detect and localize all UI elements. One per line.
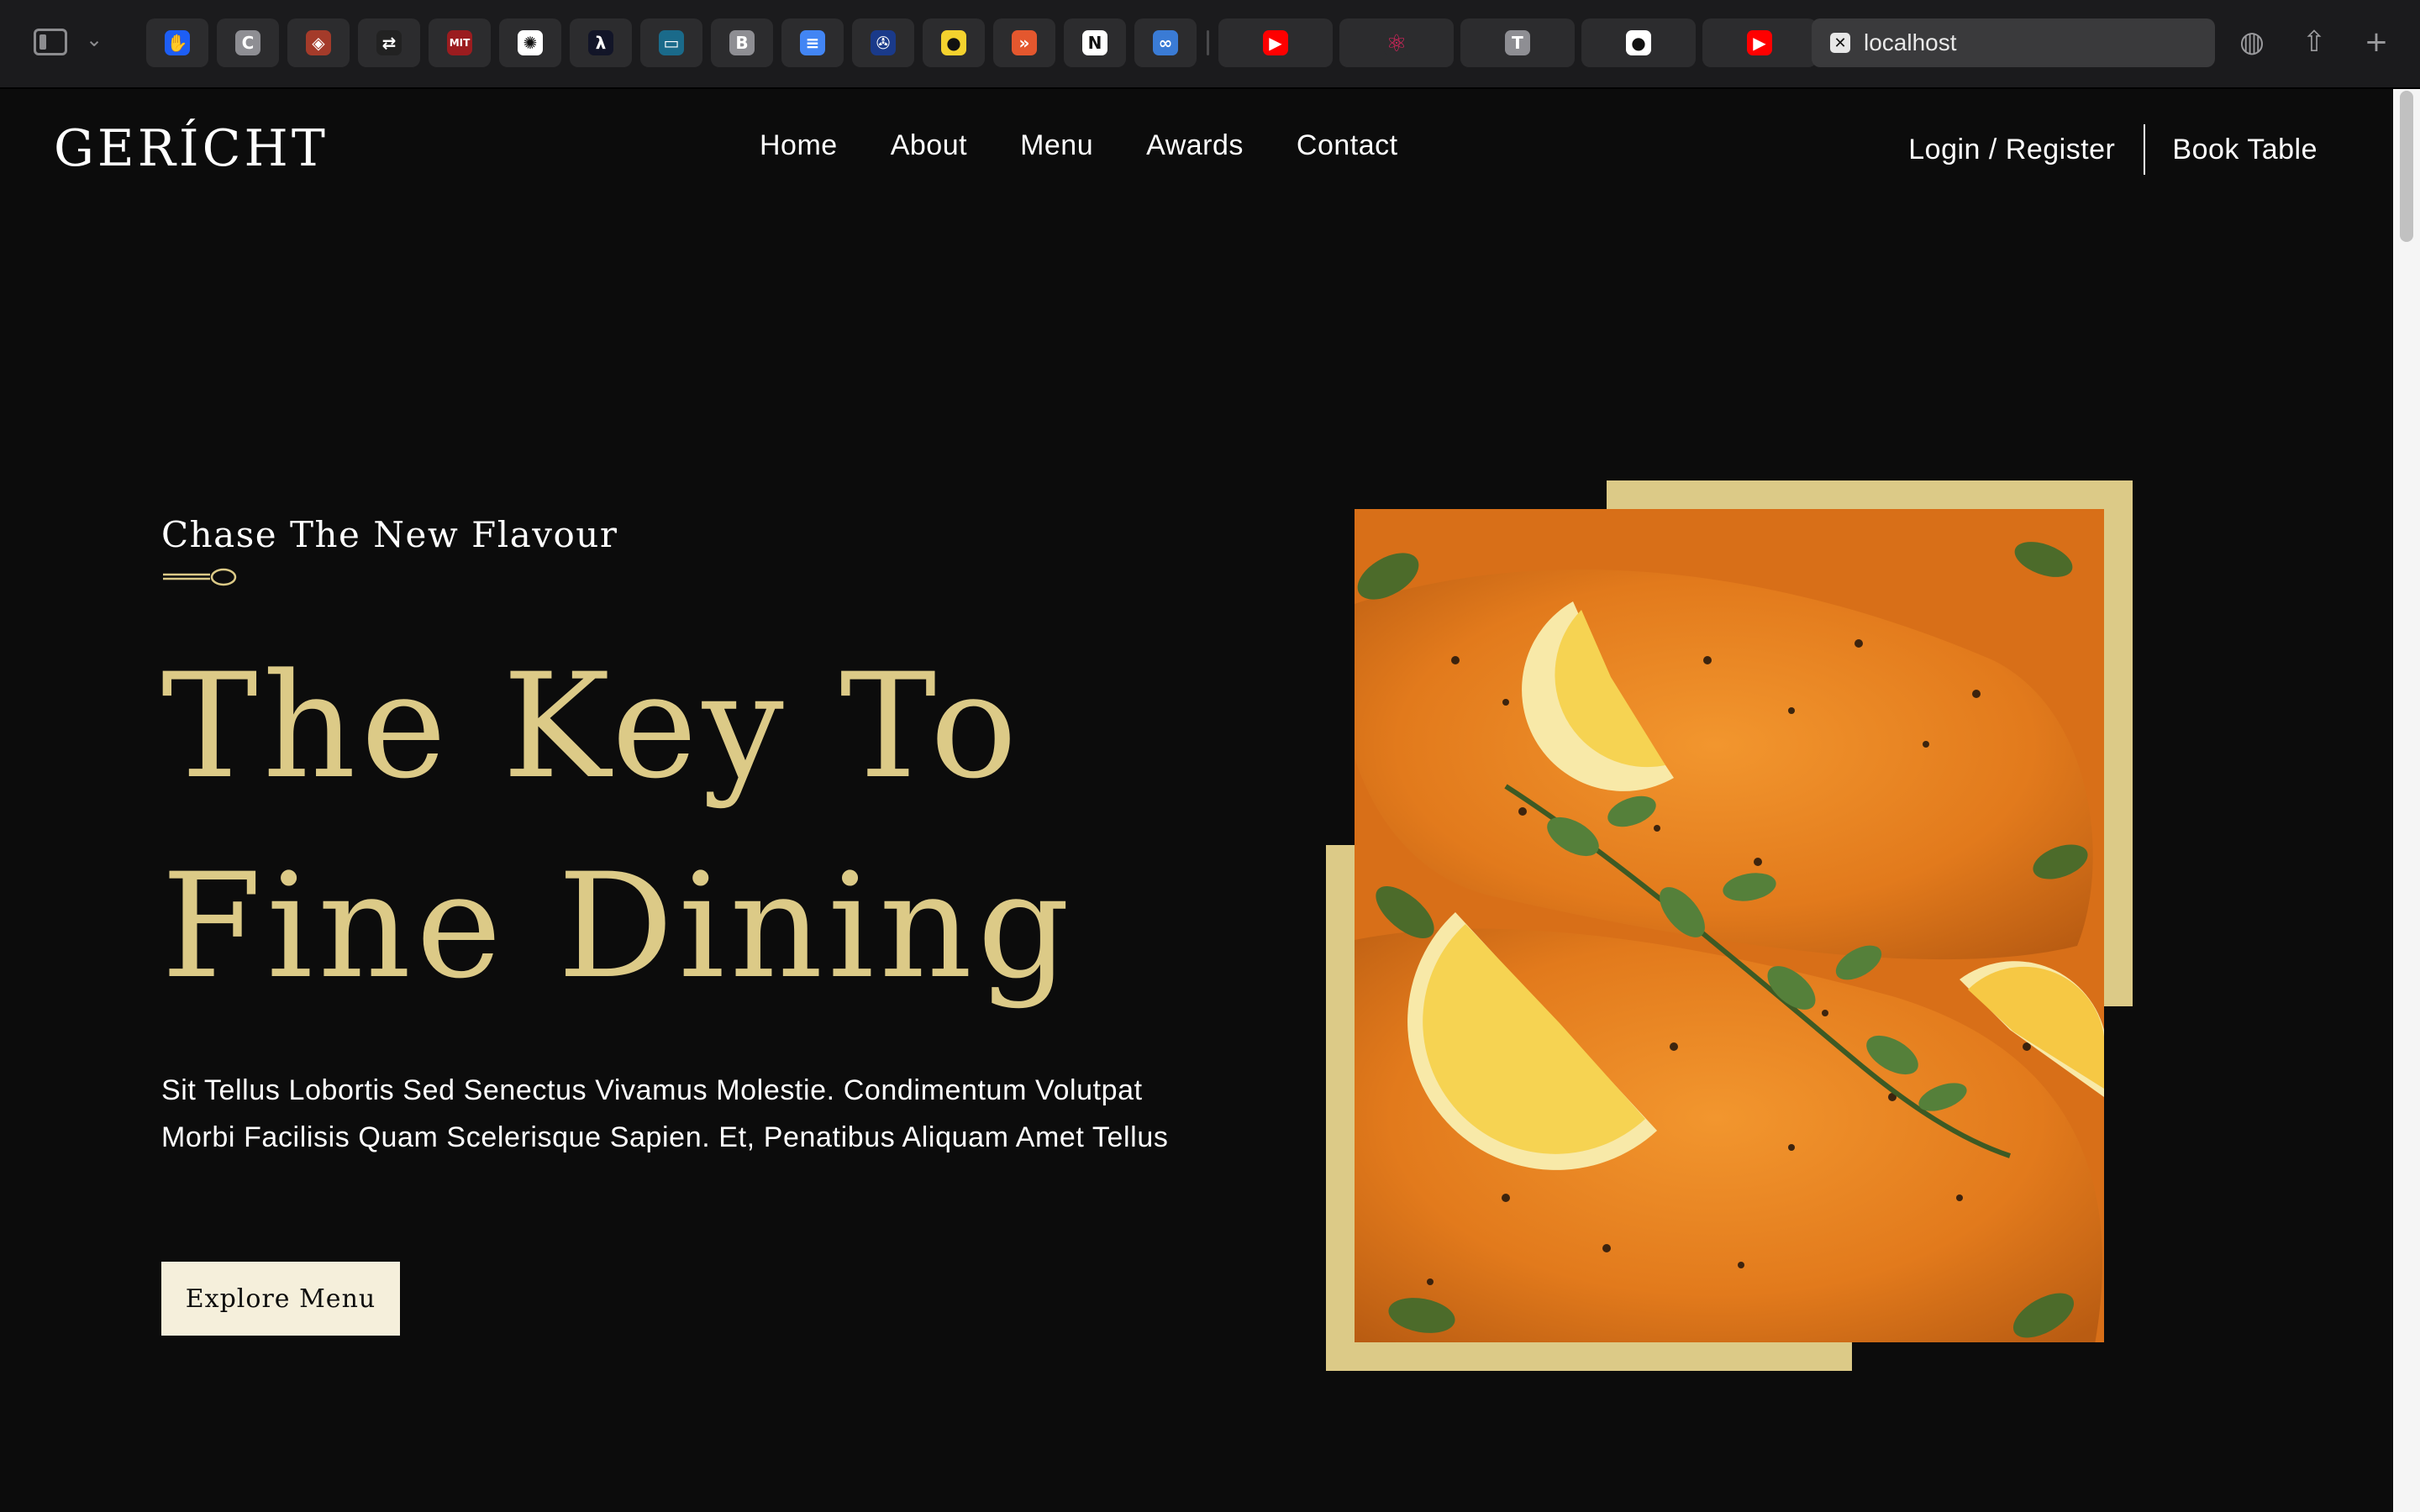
headline-line-1: The Key To [161,642,1023,811]
sidebar-toggle-icon[interactable] [34,29,67,55]
dots-app-icon: ▭ [659,30,684,55]
share-icon[interactable]: ⇧ [2297,25,2331,59]
browser-tab[interactable]: ▶ [1218,18,1333,67]
pinned-tab[interactable]: λ [570,18,632,67]
explore-menu-button[interactable]: Explore Menu [161,1262,400,1336]
auth-links: Login / Register Book Table [1908,124,2317,175]
c-app-icon: C [235,30,260,55]
site-favicon: ✕ [1830,33,1850,53]
globe-icon[interactable]: ◍ [2235,25,2269,59]
pinned-tab[interactable]: N [1064,18,1126,67]
browser-toolbar: ⌄ ✋ C ◈ ⇄ MIT ✺ λ ▭ B ≡ ✇ ● » N ∞ ▶ ⚛ T ● ▶ ✕ localhost ◍ ⇧… [0,0,2420,89]
address-bar[interactable]: ✕ localhost [1812,18,2215,67]
main-nav: Home About Menu Awards Contact [760,129,1398,162]
browser-tab[interactable]: ● [1581,18,1696,67]
nav-home[interactable]: Home [760,129,838,162]
spoon-divider-icon [163,568,237,586]
nav-about[interactable]: About [891,129,967,162]
pinned-tab[interactable]: ⇄ [358,18,420,67]
hero-food-image [1355,509,2104,1342]
chevron-down-icon[interactable]: ⌄ [86,29,104,50]
b-app-icon: B [729,30,755,55]
hero-subtitle: Chase The New Flavour [161,514,618,555]
browser-tab[interactable]: T [1460,18,1575,67]
mit-ocw-icon: MIT [447,30,472,55]
book-table-link[interactable]: Book Table [2172,134,2317,166]
nav-menu[interactable]: Menu [1020,129,1093,162]
pinned-tab[interactable]: » [993,18,1055,67]
browser-tab[interactable]: ▶ [1702,18,1817,67]
hero-description: Sit Tellus Lobortis Sed Senectus Vivamus… [161,1074,1169,1153]
nav-awards[interactable]: Awards [1146,129,1244,162]
otta-icon: ● [941,30,966,55]
link-app-icon: ∞ [1153,30,1178,55]
pinned-tab[interactable]: ∞ [1134,18,1197,67]
pinned-tab[interactable]: ✇ [852,18,914,67]
pinned-tab[interactable]: ✺ [499,18,561,67]
film-reel-icon: ✇ [871,30,896,55]
pinned-tab[interactable]: MIT [429,18,491,67]
new-tab-icon[interactable]: + [2360,25,2393,59]
docs-icon: ≡ [800,30,825,55]
site-logo[interactable]: GERÍCHT [54,119,329,178]
code-lambda-icon: λ [588,30,613,55]
swap-app-icon: ⇄ [376,30,402,55]
github-icon: ● [1626,30,1651,55]
openai-icon: ✺ [518,30,543,55]
tab-group-divider [1207,30,1209,55]
pinned-tab[interactable]: ✋ [146,18,208,67]
pinned-tab[interactable]: B [711,18,773,67]
restaurant-page: GERÍCHT Home About Menu Awards Contact L… [0,89,2393,1512]
scrollbar-thumb[interactable] [2400,91,2413,242]
page-scrollbar[interactable] [2393,89,2420,1512]
hero-headline: The Key To Fine Dining [161,627,1170,1026]
youtube-icon: ▶ [1263,30,1288,55]
nav-contact[interactable]: Contact [1297,129,1398,162]
pinned-tab[interactable]: C [217,18,279,67]
pinned-tab[interactable]: ● [923,18,985,67]
react-icon: ⚛ [1384,29,1409,57]
pattern-app-icon: ◈ [306,30,331,55]
t-app-icon: T [1505,30,1530,55]
pinned-tab[interactable]: ≡ [781,18,844,67]
login-register-link[interactable]: Login / Register [1908,134,2115,166]
chevron-app-icon: » [1012,30,1037,55]
browser-tab[interactable]: ⚛ [1339,18,1454,67]
auth-divider [2144,124,2146,175]
notion-icon: N [1082,30,1107,55]
shield-hand-icon: ✋ [165,30,190,55]
pinned-tab[interactable]: ◈ [287,18,350,67]
url-text: localhost [1864,29,1957,55]
headline-line-2: Fine Dining [161,842,1076,1011]
youtube-icon: ▶ [1747,30,1772,55]
pinned-tab[interactable]: ▭ [640,18,702,67]
